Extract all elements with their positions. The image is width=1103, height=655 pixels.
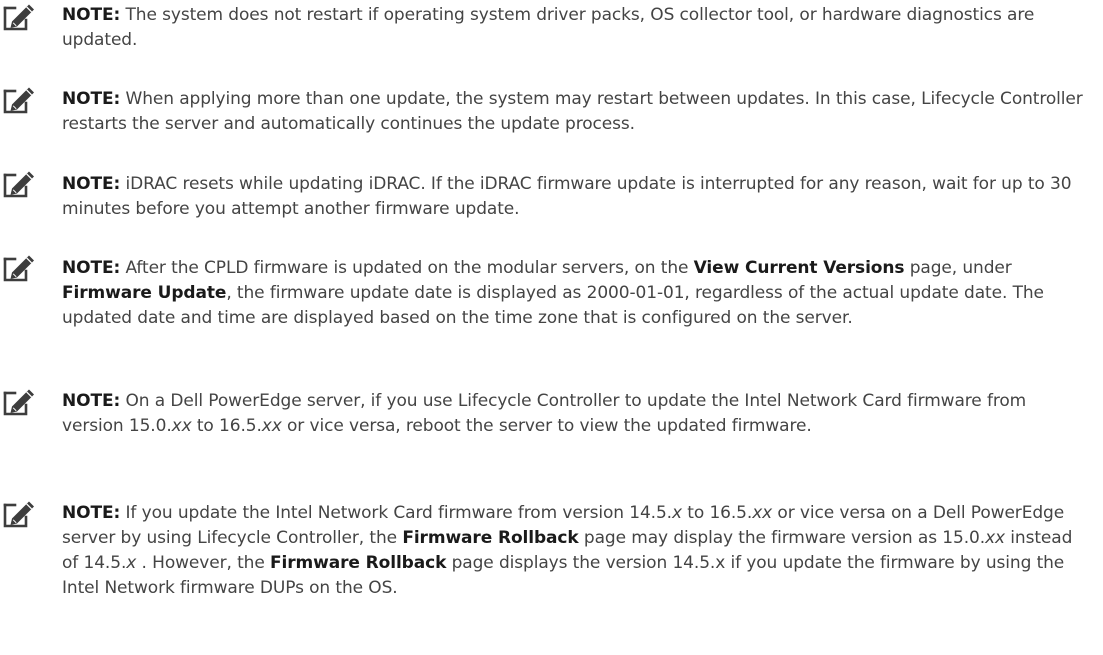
note-label: NOTE: <box>62 391 121 411</box>
note-body-text: or vice versa, reboot the server to view… <box>281 416 812 436</box>
note-body-text: After the CPLD firmware is updated on th… <box>125 258 694 278</box>
version-placeholder: x <box>126 553 137 573</box>
ui-term: Firmware Rollback <box>402 528 579 548</box>
note-text: NOTE: When applying more than one update… <box>62 87 1092 137</box>
note-body-text: to 16.5. <box>191 416 262 436</box>
version-placeholder: xx <box>171 416 192 436</box>
note-body-text: page, under <box>904 258 1012 278</box>
ui-term: Firmware Rollback <box>270 553 447 573</box>
version-placeholder: xx <box>261 416 282 436</box>
pencil-note-icon <box>2 500 36 530</box>
version-placeholder: xx <box>752 503 773 523</box>
note-label: NOTE: <box>62 89 121 109</box>
pencil-note-icon <box>2 254 36 284</box>
note-body-text: page may display the firmware version as… <box>578 528 986 548</box>
note-label: NOTE: <box>62 258 121 278</box>
pencil-note-icon <box>2 170 36 200</box>
note-text: NOTE: After the CPLD firmware is updated… <box>62 256 1092 331</box>
note-body-text: iDRAC resets while updating iDRAC. If th… <box>62 174 1072 219</box>
note-body-text: The system does not restart if operating… <box>62 5 1035 50</box>
note-text: NOTE: The system does not restart if ope… <box>62 3 1092 53</box>
ui-term: Firmware Update <box>62 283 227 303</box>
version-placeholder: xx <box>985 528 1005 548</box>
note-label: NOTE: <box>62 503 121 523</box>
pencil-note-icon <box>2 86 36 116</box>
pencil-note-icon <box>2 388 36 418</box>
ui-term: View Current Versions <box>693 258 905 278</box>
note-label: NOTE: <box>62 174 121 194</box>
note-label: NOTE: <box>62 5 121 25</box>
version-placeholder: x <box>672 503 682 523</box>
note-text: NOTE: On a Dell PowerEdge server, if you… <box>62 389 1092 439</box>
note-body-text: If you update the Intel Network Card fir… <box>125 503 673 523</box>
note-body-text: When applying more than one update, the … <box>62 89 1083 134</box>
note-text: NOTE: If you update the Intel Network Ca… <box>62 501 1092 601</box>
note-text: NOTE: iDRAC resets while updating iDRAC.… <box>62 172 1092 222</box>
note-body-text: . However, the <box>136 553 270 573</box>
pencil-note-icon <box>2 3 36 33</box>
note-body-text: to 16.5. <box>681 503 753 523</box>
